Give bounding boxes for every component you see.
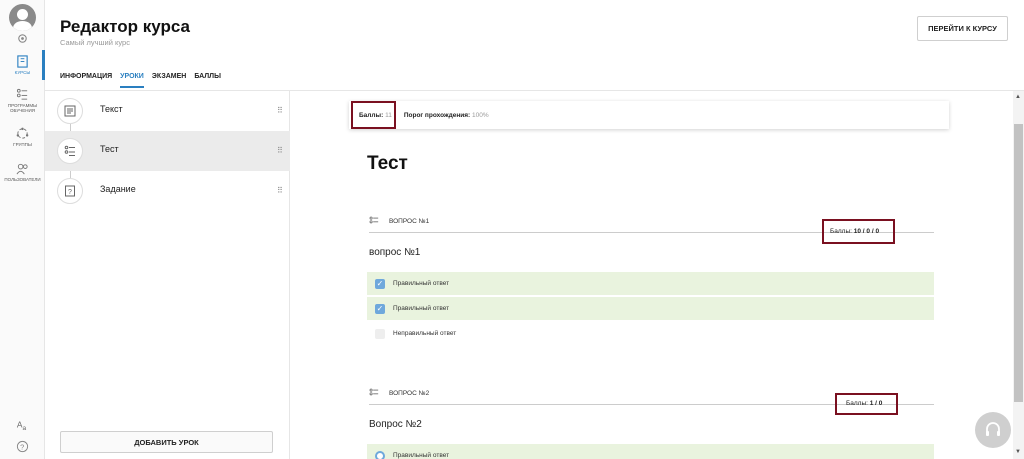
test-lesson-icon: [57, 138, 83, 164]
answer-text: Правильный ответ: [393, 280, 450, 287]
answer-text: Правильный ответ: [393, 452, 450, 459]
answer-option[interactable]: Правильный ответ: [367, 444, 934, 459]
headset-icon: [986, 422, 1000, 436]
answer-text: Неправильный ответ: [393, 330, 457, 337]
left-rail: КУРСЫ ПРОГРАММЫ ОБУЧЕНИЯ ГРУППЫ ПОЛЬЗОВА…: [0, 0, 45, 459]
lesson-item-task[interactable]: ? Задание ⠿: [45, 171, 290, 211]
tab-bar: ИНФОРМАЦИЯ УРОКИ ЭКЗАМЕН БАЛЛЫ: [60, 73, 221, 88]
question-text: вопрос №1: [369, 247, 421, 258]
sidebar-item-label: ПОЛЬЗОВАТЕЛИ: [4, 177, 41, 182]
support-headset-button[interactable]: [975, 412, 1011, 448]
question-list-icon: [369, 388, 379, 396]
answer-option[interactable]: ✓ Правильный ответ: [367, 297, 934, 320]
sidebar-item-help[interactable]: ?: [0, 440, 45, 455]
drag-handle-icon[interactable]: ⠿: [277, 186, 283, 195]
question-number: ВОПРОС №2: [389, 389, 430, 397]
go-to-course-button[interactable]: ПЕРЕЙТИ К КУРСУ: [917, 16, 1008, 41]
question-header: ВОПРОС №2: [369, 388, 429, 398]
add-lesson-button[interactable]: ДОБАВИТЬ УРОК: [60, 431, 273, 453]
lesson-list: Текст ⠿ Тест ⠿ ? Задание ⠿ ДОБАВИТЬ УРОК: [45, 91, 290, 459]
page-title: Редактор курса: [60, 17, 190, 36]
lesson-item-text[interactable]: Текст ⠿: [45, 91, 290, 131]
lesson-content: Баллы: 11 Порог прохождения: 100% Тест В…: [291, 91, 1013, 459]
lesson-item-test[interactable]: Тест ⠿: [45, 131, 290, 171]
question-number: ВОПРОС №1: [389, 217, 430, 225]
highlight-box: [351, 101, 396, 129]
checkbox-unchecked-icon[interactable]: [375, 328, 385, 339]
groups-icon: [16, 127, 29, 139]
scroll-down-arrow-icon[interactable]: ▼: [1015, 449, 1021, 455]
tab-exam[interactable]: ЭКЗАМЕН: [152, 73, 187, 88]
drag-handle-icon[interactable]: ⠿: [277, 146, 283, 155]
svg-text:a: a: [23, 425, 27, 431]
lesson-label: Задание: [100, 184, 136, 194]
sidebar-item-label: ПРОГРАММЫ ОБУЧЕНИЯ: [7, 103, 38, 113]
tab-lessons[interactable]: УРОКИ: [120, 73, 144, 88]
lesson-label: Текст: [100, 104, 123, 114]
question-list-icon: [369, 216, 379, 224]
question-header: ВОПРОС №1: [369, 216, 429, 226]
answer-text: Правильный ответ: [393, 305, 450, 312]
tab-info[interactable]: ИНФОРМАЦИЯ: [60, 73, 112, 88]
answer-option[interactable]: ✓ Правильный ответ: [367, 272, 934, 295]
task-lesson-icon: ?: [57, 178, 83, 204]
highlight-box: [835, 393, 898, 415]
lesson-title: Тест: [367, 153, 408, 174]
lesson-label: Тест: [100, 144, 119, 154]
settings-icon: [18, 34, 27, 43]
highlight-box: [822, 219, 895, 244]
checkbox-checked-icon[interactable]: ✓: [375, 278, 385, 289]
course-subtitle: Самый лучший курс: [60, 38, 130, 47]
question-text: Вопрос №2: [369, 419, 422, 430]
svg-text:?: ?: [68, 189, 72, 196]
help-circle-icon: ?: [16, 440, 29, 453]
sidebar-item-programs[interactable]: ПРОГРАММЫ ОБУЧЕНИЯ: [0, 88, 45, 113]
courses-icon: [17, 55, 28, 68]
translate-icon: Aa: [17, 419, 27, 431]
svg-text:?: ?: [20, 442, 24, 451]
sidebar-item-translate[interactable]: Aa: [0, 418, 45, 433]
scroll-up-arrow-icon[interactable]: ▲: [1015, 94, 1021, 100]
radio-checked-icon[interactable]: [375, 450, 385, 459]
sidebar-item-label: КУРСЫ: [14, 70, 31, 75]
drag-handle-icon[interactable]: ⠿: [277, 106, 283, 115]
sidebar-item-settings[interactable]: [0, 32, 45, 47]
text-lesson-icon: [57, 98, 83, 124]
pass-threshold: Порог прохождения: 100%: [403, 111, 489, 119]
users-icon: [16, 163, 28, 175]
sidebar-item-courses[interactable]: КУРСЫ: [0, 55, 45, 75]
answer-option[interactable]: Неправильный ответ: [367, 322, 934, 345]
scrollbar[interactable]: ▲ ▼: [1013, 91, 1024, 459]
sidebar-item-groups[interactable]: ГРУППЫ: [0, 127, 45, 147]
sidebar-item-users[interactable]: ПОЛЬЗОВАТЕЛИ: [0, 162, 45, 182]
checkbox-checked-icon[interactable]: ✓: [375, 303, 385, 314]
avatar[interactable]: [9, 4, 36, 31]
sidebar-item-label: ГРУППЫ: [13, 142, 32, 147]
programs-icon: [16, 88, 28, 100]
tab-points[interactable]: БАЛЛЫ: [194, 73, 221, 88]
scrollbar-thumb[interactable]: [1014, 124, 1023, 402]
score-summary-bar: Баллы: 11 Порог прохождения: 100%: [349, 101, 949, 129]
